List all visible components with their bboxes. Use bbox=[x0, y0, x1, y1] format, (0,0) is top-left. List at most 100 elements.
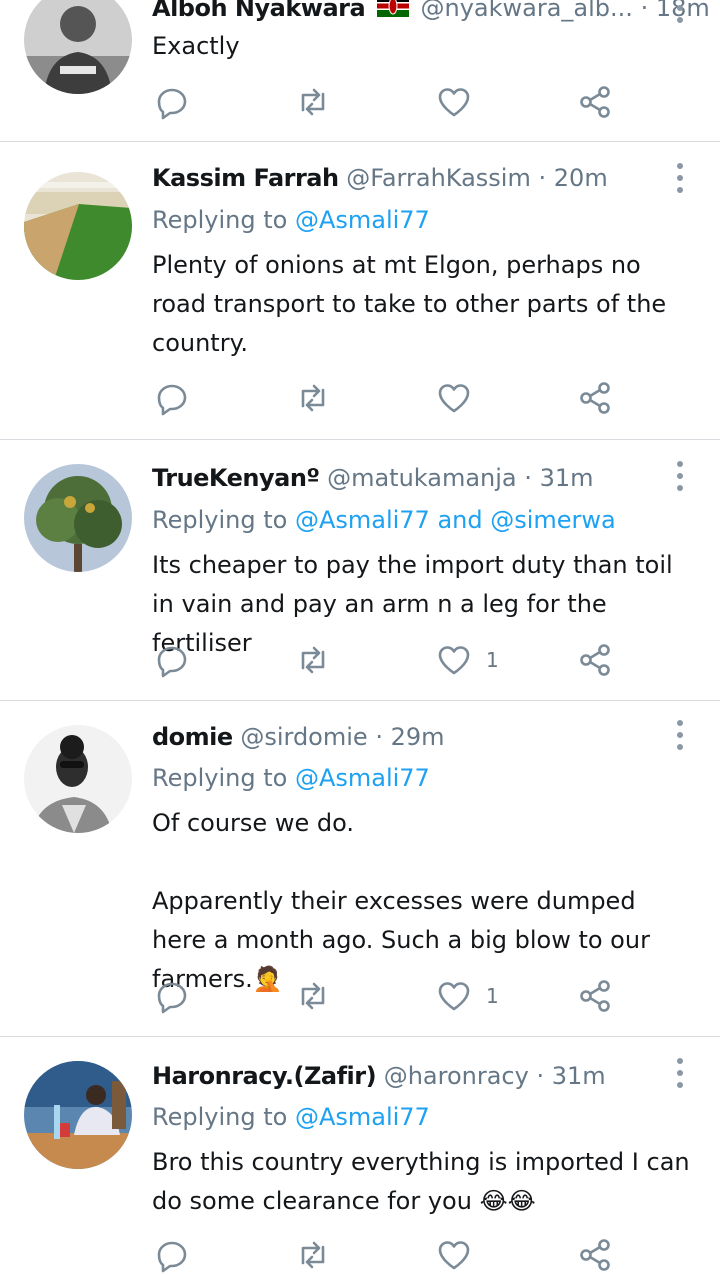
separator-dot: · bbox=[640, 0, 649, 22]
retweet-icon bbox=[301, 646, 325, 674]
tweet[interactable]: Alboh Nyakwara @nyakwara_alb... · 18m Ex… bbox=[0, 0, 720, 141]
replying-to: Replying to @Asmali77 bbox=[152, 758, 430, 798]
avatar[interactable] bbox=[24, 1061, 132, 1169]
timestamp[interactable]: 29m bbox=[391, 723, 445, 751]
retweet-button[interactable] bbox=[295, 82, 331, 122]
replying-to: Replying to @Asmali77 bbox=[152, 200, 430, 240]
tweet-header: domie @sirdomie · 29m bbox=[152, 717, 445, 757]
separator-dot: · bbox=[536, 1062, 545, 1090]
user-handle[interactable]: @matukamanja bbox=[327, 464, 517, 492]
share-button[interactable] bbox=[577, 82, 613, 122]
retweet-button[interactable] bbox=[295, 1235, 331, 1275]
reply-button[interactable] bbox=[154, 1235, 190, 1275]
tweet-text: Of course we do. Apparently their excess… bbox=[152, 804, 692, 999]
user-handle[interactable]: @FarrahKassim bbox=[346, 164, 531, 192]
tweet[interactable]: Kassim Farrah @FarrahKassim · 20m Replyi… bbox=[0, 142, 720, 439]
share-button[interactable] bbox=[577, 1235, 613, 1275]
tweet-actions: 1 bbox=[152, 640, 632, 680]
mention-link[interactable]: @Asmali77 bbox=[295, 764, 430, 792]
reply-icon bbox=[157, 982, 187, 1014]
mention-link[interactable]: @Asmali77 bbox=[295, 1103, 430, 1131]
user-handle[interactable]: @nyakwara_alb... bbox=[420, 0, 632, 22]
tweet-actions: 1 bbox=[152, 976, 632, 1016]
reply-icon bbox=[157, 646, 187, 678]
share-button[interactable] bbox=[577, 640, 613, 680]
tweet-text: Bro this country everything is imported … bbox=[152, 1143, 692, 1221]
like-count: 1 bbox=[486, 648, 499, 672]
tweet-actions bbox=[152, 82, 632, 122]
separator-dot: · bbox=[375, 723, 383, 751]
reply-icon bbox=[157, 1241, 187, 1273]
like-button[interactable]: 1 bbox=[436, 976, 499, 1016]
timestamp[interactable]: 31m bbox=[540, 464, 594, 492]
more-options-icon[interactable] bbox=[668, 0, 692, 28]
reply-button[interactable] bbox=[154, 640, 190, 680]
tweet-text: Plenty of onions at mt Elgon, perhaps no… bbox=[152, 246, 692, 363]
display-name[interactable]: Haronracy.(Zafir) bbox=[152, 1062, 377, 1090]
like-button[interactable]: 1 bbox=[436, 640, 499, 680]
display-name[interactable]: Kassim Farrah bbox=[152, 164, 339, 192]
mention-link[interactable]: @Asmali77 and @simerwa bbox=[295, 506, 616, 534]
more-options-icon[interactable] bbox=[668, 456, 692, 496]
tweet-text-line: Bro this country everything is imported … bbox=[152, 1148, 690, 1215]
retweet-button[interactable] bbox=[295, 976, 331, 1016]
retweet-icon bbox=[301, 982, 325, 1010]
user-handle[interactable]: @haronracy bbox=[384, 1062, 529, 1090]
avatar[interactable] bbox=[24, 0, 132, 94]
reply-icon bbox=[157, 88, 187, 120]
tweet-header: TrueKenyanº @matukamanja · 31m bbox=[152, 458, 593, 498]
reply-icon bbox=[157, 384, 187, 416]
retweet-icon bbox=[301, 384, 325, 412]
share-icon bbox=[580, 382, 610, 414]
share-button[interactable] bbox=[577, 976, 613, 1016]
share-icon bbox=[580, 980, 610, 1012]
replying-to: Replying to @Asmali77 bbox=[152, 1097, 430, 1137]
replying-label: Replying to bbox=[152, 1103, 295, 1131]
mention-link[interactable]: @Asmali77 bbox=[295, 206, 430, 234]
tweet-text-line bbox=[152, 843, 692, 882]
retweet-icon bbox=[301, 88, 325, 116]
retweet-button[interactable] bbox=[295, 640, 331, 680]
more-options-icon[interactable] bbox=[668, 1053, 692, 1093]
timestamp[interactable]: 31m bbox=[552, 1062, 606, 1090]
separator-dot: · bbox=[524, 464, 532, 492]
heart-icon bbox=[438, 1241, 470, 1270]
heart-icon bbox=[438, 384, 470, 413]
tweet[interactable]: domie @sirdomie · 29m Replying to @Asmal… bbox=[0, 701, 720, 1036]
retweet-icon bbox=[301, 1241, 325, 1269]
tweet-header: Kassim Farrah @FarrahKassim · 20m bbox=[152, 158, 608, 198]
like-button[interactable] bbox=[436, 1235, 486, 1275]
heart-icon bbox=[438, 646, 470, 675]
share-icon bbox=[580, 86, 610, 118]
timestamp[interactable]: 20m bbox=[554, 164, 608, 192]
heart-icon bbox=[438, 982, 470, 1011]
tweet-header: Alboh Nyakwara @nyakwara_alb... · 18m bbox=[152, 0, 710, 28]
like-button[interactable] bbox=[436, 82, 486, 122]
separator-dot: · bbox=[538, 164, 547, 192]
like-count: 1 bbox=[486, 984, 499, 1008]
tweet[interactable]: TrueKenyanº @matukamanja · 31m Replying … bbox=[0, 440, 720, 700]
avatar[interactable] bbox=[24, 172, 132, 280]
replying-label: Replying to bbox=[152, 506, 295, 534]
like-button[interactable] bbox=[436, 378, 486, 418]
tweet-text-line: Of course we do. bbox=[152, 809, 354, 837]
display-name[interactable]: Alboh Nyakwara bbox=[152, 0, 366, 22]
display-name[interactable]: domie bbox=[152, 723, 233, 751]
share-button[interactable] bbox=[577, 378, 613, 418]
display-name[interactable]: TrueKenyanº bbox=[152, 464, 320, 492]
retweet-button[interactable] bbox=[295, 378, 331, 418]
avatar[interactable] bbox=[24, 725, 132, 833]
reply-button[interactable] bbox=[154, 82, 190, 122]
reply-button[interactable] bbox=[154, 378, 190, 418]
reply-button[interactable] bbox=[154, 976, 190, 1016]
more-options-icon[interactable] bbox=[668, 715, 692, 755]
heart-icon bbox=[438, 88, 470, 117]
user-handle[interactable]: @sirdomie bbox=[240, 723, 367, 751]
tweet-text-line: Exactly bbox=[152, 32, 240, 60]
tweet[interactable]: Haronracy.(Zafir) @haronracy · 31m Reply… bbox=[0, 1037, 720, 1273]
share-icon bbox=[580, 644, 610, 676]
tweet-actions bbox=[152, 1235, 632, 1275]
tweet-text-line: Plenty of onions at mt Elgon, perhaps no… bbox=[152, 251, 667, 357]
avatar[interactable] bbox=[24, 464, 132, 572]
more-options-icon[interactable] bbox=[668, 158, 692, 198]
